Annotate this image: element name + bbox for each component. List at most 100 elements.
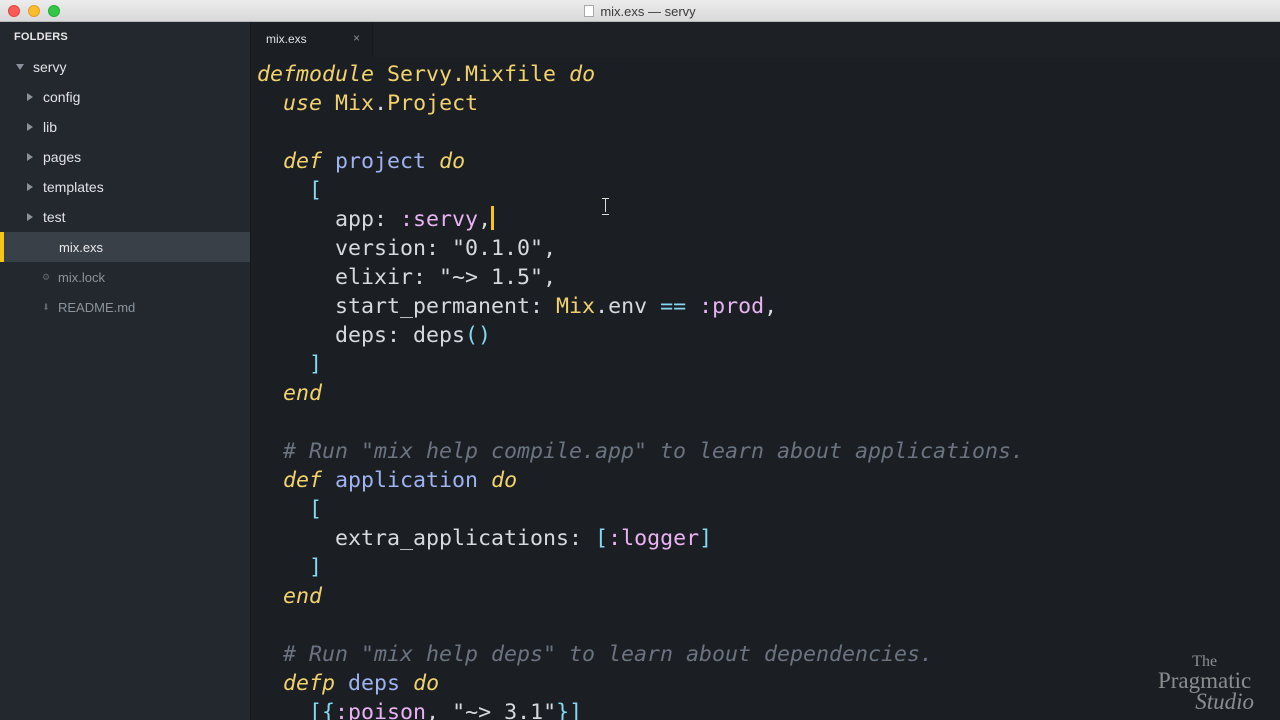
code-token: deps: xyxy=(335,323,401,348)
code-token: "~> 3.1" xyxy=(452,700,557,720)
file-label: mix.exs xyxy=(59,239,104,255)
code-line[interactable]: [{:poison, "~> 3.1"}] xyxy=(257,698,1024,720)
folder-label: config xyxy=(43,89,81,105)
code-token: start_permanent: xyxy=(335,294,544,319)
code-line[interactable]: def application do xyxy=(257,466,1024,495)
tree-root-label: servy xyxy=(33,59,67,75)
code-token: , xyxy=(426,700,453,720)
code-line[interactable] xyxy=(257,118,1024,147)
folder-label: lib xyxy=(43,119,58,135)
tree-file-mix-lock[interactable]: ⚙ mix.lock xyxy=(0,262,250,292)
code-token: "~> 1.5" xyxy=(439,265,544,290)
tree-file-mix-exs[interactable]: mix.exs xyxy=(0,232,250,262)
code-token: # Run "mix help deps" to learn about dep… xyxy=(283,642,934,667)
code-token: Mix xyxy=(335,91,375,116)
code-token: defmodule xyxy=(257,62,375,87)
code-line[interactable]: [ xyxy=(257,176,1024,205)
close-tab-icon[interactable]: × xyxy=(353,31,360,45)
code-token: end xyxy=(283,584,323,609)
code-token: , xyxy=(543,265,557,290)
code-token: # Run "mix help compile.app" to learn ab… xyxy=(283,439,1025,464)
code-line[interactable]: app: :servy, xyxy=(257,205,1024,234)
watermark-logo: The Pragmatic Studio xyxy=(1155,654,1254,714)
code-line[interactable]: end xyxy=(257,582,1024,611)
code-line[interactable]: extra_applications: [:logger] xyxy=(257,524,1024,553)
code-line[interactable]: ] xyxy=(257,553,1024,582)
tree-folder-test[interactable]: test xyxy=(0,202,250,232)
code-line[interactable]: [ xyxy=(257,495,1024,524)
chevron-right-icon[interactable] xyxy=(27,213,33,221)
code-line[interactable]: defp deps do xyxy=(257,669,1024,698)
tree-folder-templates[interactable]: templates xyxy=(0,172,250,202)
code-line[interactable]: def project do xyxy=(257,147,1024,176)
text-cursor-icon xyxy=(602,198,609,215)
code-line[interactable]: deps: deps() xyxy=(257,321,1024,350)
code-content[interactable]: defmodule Servy.Mixfile do use Mix.Proje… xyxy=(257,60,1024,720)
chevron-down-icon[interactable] xyxy=(16,64,24,70)
code-token: :servy xyxy=(400,207,479,232)
code-line[interactable]: elixir: "~> 1.5", xyxy=(257,263,1024,292)
code-token: deps xyxy=(348,671,401,696)
chevron-right-icon[interactable] xyxy=(27,183,33,191)
chevron-right-icon[interactable] xyxy=(27,123,33,131)
chevron-right-icon[interactable] xyxy=(27,153,33,161)
code-line[interactable]: defmodule Servy.Mixfile do xyxy=(257,60,1024,89)
code-line[interactable]: # Run "mix help deps" to learn about dep… xyxy=(257,640,1024,669)
code-editor[interactable]: defmodule Servy.Mixfile do use Mix.Proje… xyxy=(251,57,1280,720)
code-token: ] xyxy=(309,555,323,580)
folder-label: pages xyxy=(43,149,82,165)
tree-file-readme[interactable]: ⬇ README.md xyxy=(0,292,250,322)
code-token: version: xyxy=(335,236,440,261)
tree-folder-pages[interactable]: pages xyxy=(0,142,250,172)
code-line[interactable]: version: "0.1.0", xyxy=(257,234,1024,263)
tree-root-servy[interactable]: servy xyxy=(0,52,250,82)
code-token: end xyxy=(283,381,323,406)
code-line[interactable]: ] xyxy=(257,350,1024,379)
chevron-right-icon[interactable] xyxy=(27,93,33,101)
code-token: do xyxy=(491,468,518,493)
code-token: [ xyxy=(309,178,323,203)
code-token: deps xyxy=(400,323,466,348)
code-token: }] xyxy=(556,700,583,720)
tab-mix-exs[interactable]: mix.exs × xyxy=(251,22,373,57)
tree-folder-config[interactable]: config xyxy=(0,82,250,112)
tree-folder-lib[interactable]: lib xyxy=(0,112,250,142)
code-line[interactable]: use Mix.Project xyxy=(257,89,1024,118)
code-token: () xyxy=(465,323,492,348)
code-line[interactable]: end xyxy=(257,379,1024,408)
code-token: def xyxy=(283,149,323,174)
code-line[interactable] xyxy=(257,611,1024,640)
folders-header: FOLDERS xyxy=(14,31,68,43)
code-token: app: xyxy=(335,207,388,232)
code-line[interactable]: start_permanent: Mix.env == :prod, xyxy=(257,292,1024,321)
code-line[interactable] xyxy=(257,408,1024,437)
code-token: ] xyxy=(699,526,713,551)
code-line[interactable]: # Run "mix help compile.app" to learn ab… xyxy=(257,437,1024,466)
code-token: :poison xyxy=(335,700,427,720)
tab-bar: mix.exs × xyxy=(251,22,1280,57)
code-token: do xyxy=(569,62,596,87)
code-token: == xyxy=(660,294,687,319)
